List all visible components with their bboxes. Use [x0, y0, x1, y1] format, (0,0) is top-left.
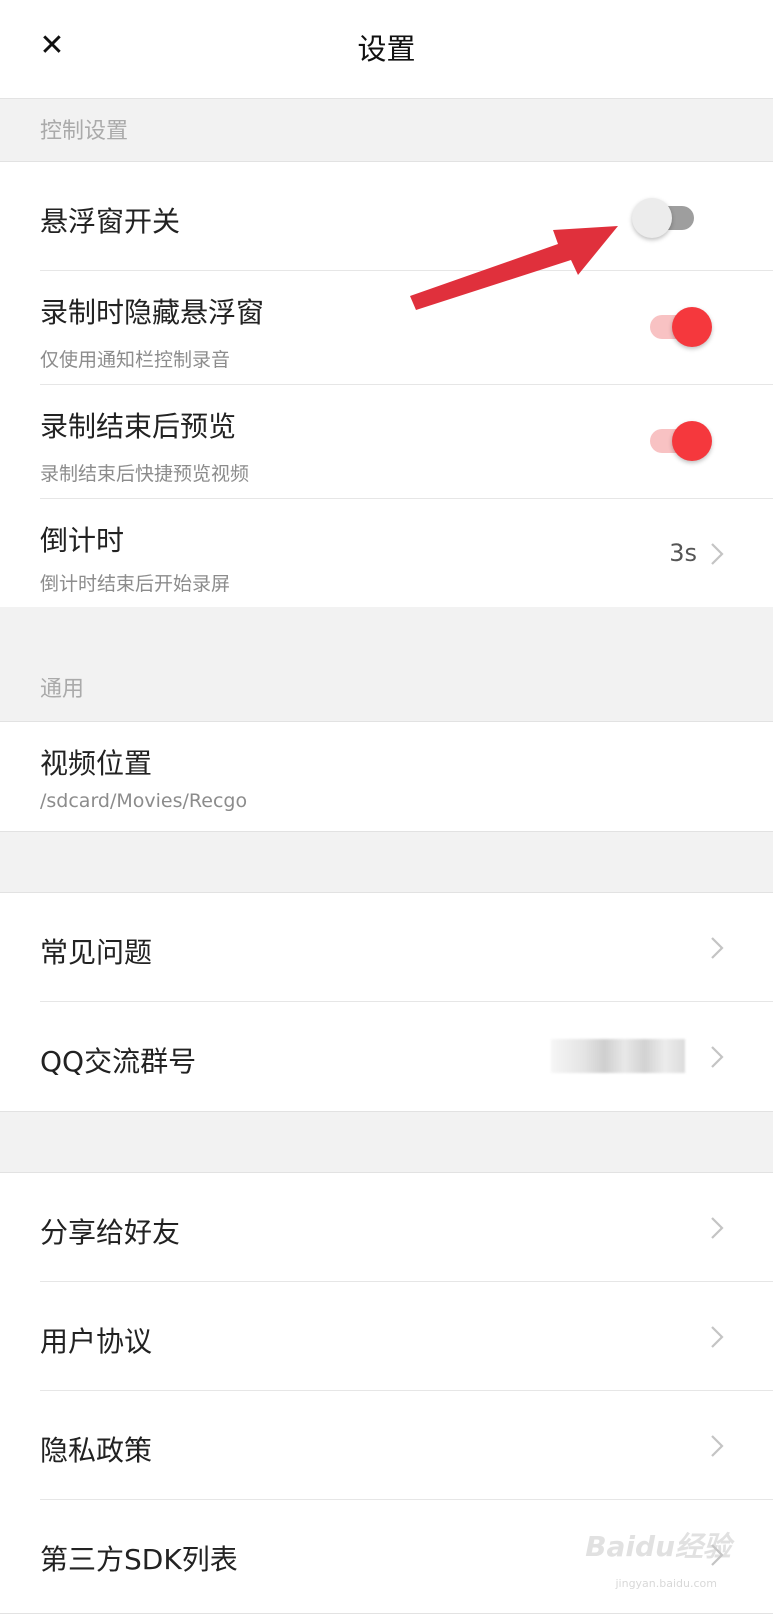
video-location-row[interactable]: 视频位置 /sdcard/Movies/Recgo: [0, 722, 773, 831]
preview-toggle[interactable]: [646, 421, 712, 461]
user-agreement-row[interactable]: 用户协议: [0, 1282, 773, 1391]
help-card: 常见问题 QQ交流群号: [0, 892, 773, 1112]
chevron-right-icon: [705, 1216, 729, 1240]
preview-row[interactable]: 录制结束后预览 录制结束后快捷预览视频: [0, 385, 773, 499]
watermark-logo: Baidu经验: [585, 1530, 731, 1563]
faq-label: 常见问题: [40, 936, 153, 969]
section-header-general: 通用: [0, 607, 773, 721]
chevron-right-icon: [705, 936, 729, 960]
countdown-row[interactable]: 倒计时 倒计时结束后开始录屏 3s: [0, 499, 773, 607]
chevron-right-icon: [705, 1325, 729, 1349]
section-title-control: 控制设置: [40, 119, 129, 144]
hide-float-label: 录制时隐藏悬浮窗: [40, 296, 265, 329]
hide-float-sub: 仅使用通知栏控制录音: [40, 349, 231, 371]
toggle-thumb: [672, 421, 712, 461]
section-header-control: 控制设置: [0, 99, 773, 161]
qq-group-label: QQ交流群号: [40, 1045, 197, 1078]
top-bar: ✕ 设置: [0, 0, 773, 99]
qq-group-number-blurred: [551, 1039, 685, 1073]
toggle-thumb: [672, 307, 712, 347]
annotation-arrow-icon: [410, 226, 618, 310]
share-label: 分享给好友: [40, 1216, 181, 1249]
section-title-general: 通用: [40, 677, 85, 702]
chevron-right-icon: [705, 1434, 729, 1458]
hide-float-row[interactable]: 录制时隐藏悬浮窗 仅使用通知栏控制录音: [0, 271, 773, 385]
sdk-list-label: 第三方SDK列表: [40, 1543, 238, 1576]
qq-group-row[interactable]: QQ交流群号: [0, 1002, 773, 1111]
chevron-right-icon: [705, 1045, 729, 1069]
float-window-toggle[interactable]: [632, 198, 698, 238]
float-window-row[interactable]: 悬浮窗开关: [0, 162, 773, 271]
toggle-thumb: [632, 198, 672, 238]
faq-row[interactable]: 常见问题: [0, 893, 773, 1002]
video-location-label: 视频位置: [40, 747, 153, 780]
preview-sub: 录制结束后快捷预览视频: [40, 463, 250, 485]
user-agreement-label: 用户协议: [40, 1325, 153, 1358]
countdown-value: 3s: [669, 539, 697, 567]
control-settings-card: 悬浮窗开关 录制时隐藏悬浮窗 仅使用通知栏控制录音 录制结束后预览 录制结束后快…: [0, 161, 773, 608]
countdown-label: 倒计时: [40, 524, 125, 557]
float-window-label: 悬浮窗开关: [40, 205, 181, 238]
privacy-label: 隐私政策: [40, 1434, 153, 1467]
chevron-right-icon: [705, 542, 729, 566]
countdown-sub: 倒计时结束后开始录屏: [40, 573, 231, 595]
share-row[interactable]: 分享给好友: [0, 1173, 773, 1282]
page-title: 设置: [357, 32, 416, 66]
hide-float-toggle[interactable]: [646, 307, 712, 347]
preview-label: 录制结束后预览: [40, 410, 237, 443]
watermark-sub: jingyan.baidu.com: [615, 1577, 717, 1590]
privacy-row[interactable]: 隐私政策: [0, 1391, 773, 1500]
video-location-path: /sdcard/Movies/Recgo: [40, 790, 248, 812]
general-card: 视频位置 /sdcard/Movies/Recgo: [0, 721, 773, 832]
